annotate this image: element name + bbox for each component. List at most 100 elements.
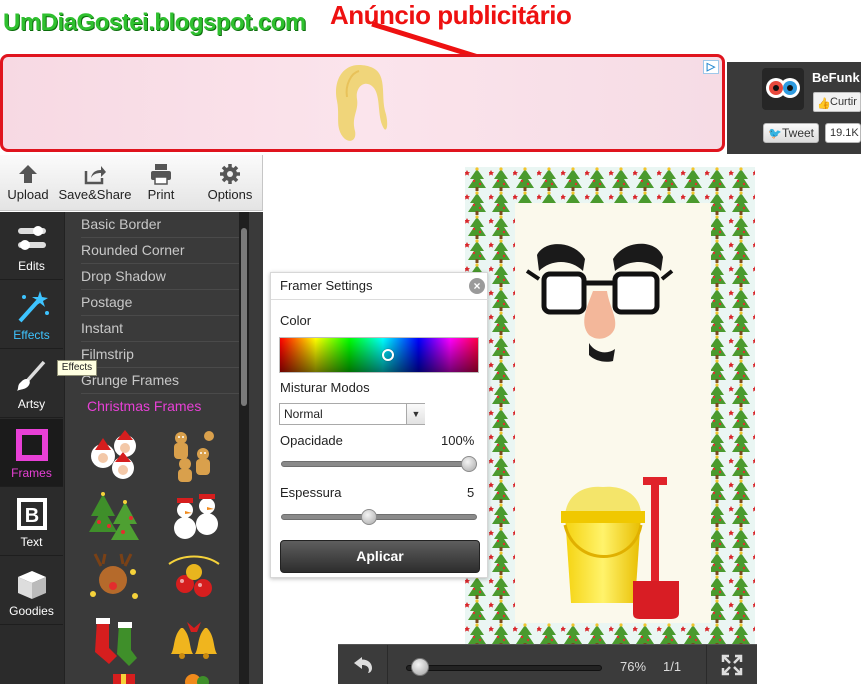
apply-button[interactable]: Aplicar [280,540,480,573]
tweet-count: 19.1K [825,123,861,143]
framer-settings-dialog: Framer Settings × Color Misturar Modos N… [270,272,489,578]
rail-label-goodies: Goodies [9,604,54,618]
site-title-annotation: UmDiaGostei.blogspot.com [3,9,306,36]
like-label: Curtir [830,96,857,108]
options-label: Options [207,187,253,202]
paintbrush-icon [16,360,45,391]
frame-thumb-snowmen[interactable] [163,488,225,546]
magic-wand-icon [18,291,49,323]
category-rail: Edits Effects Artsy Frames B Text Goodie… [0,212,64,684]
rail-item-goodies[interactable]: Goodies [0,557,63,625]
upload-arrow-icon [19,165,37,183]
zoom-bar: 76% 1/1 [338,644,757,684]
printer-icon [151,164,171,185]
zoom-slider-handle[interactable] [411,658,429,676]
upload-label: Upload [7,187,49,202]
upload-button[interactable]: Upload [2,155,54,211]
frame-thumb-gingerbread[interactable] [163,426,225,484]
thickness-label: Espessura [280,485,342,500]
rail-item-artsy[interactable]: Artsy [0,350,63,418]
print-label: Print [147,187,175,202]
opacity-label: Opacidade [280,433,343,448]
color-picker-handle[interactable] [382,349,394,361]
frame-thumb-stockings[interactable] [83,612,145,670]
rail-item-effects[interactable]: Effects [0,281,63,349]
close-icon[interactable]: × [469,278,485,294]
frame-thumb-trees[interactable] [83,488,145,546]
like-button[interactable]: 👍 Curtir [813,92,861,112]
expand-icon [721,654,743,676]
submenu-scroll-thumb[interactable] [241,228,247,406]
options-button[interactable]: Options [200,155,260,211]
color-label: Color [280,313,312,328]
zoom-slider[interactable] [406,665,602,671]
frame-thumb-santa[interactable] [83,426,145,484]
frame-option-basic-border[interactable]: Basic Border [81,212,241,238]
opacity-slider[interactable] [281,461,477,467]
blend-mode-value: Normal [284,407,323,421]
gift-box-icon [17,571,46,599]
frame-option-grunge-frames[interactable]: Grunge Frames [81,368,241,394]
hair-logo-icon [335,65,388,141]
rail-item-frames[interactable]: Frames [0,419,63,487]
save-share-label: Save&Share [58,187,132,202]
blend-mode-label: Misturar Modos [280,380,370,395]
opacity-slider-handle[interactable] [461,456,477,472]
canvas-photo[interactable] [465,167,755,650]
tweet-label: Tweet [782,126,815,140]
save-share-button[interactable]: Save&Share [56,155,134,211]
thickness-slider[interactable] [281,514,477,520]
befunky-logo-icon [762,68,804,110]
effects-tooltip: Effects [57,360,97,376]
zoom-level: 76% [620,659,647,674]
color-picker[interactable] [279,337,479,373]
opacity-value: 100% [441,433,475,448]
frame-option-instant[interactable]: Instant [81,316,241,342]
page-indicator: 1/1 [663,659,682,674]
social-bar: BeFunk 👍 Curtir 🐦 Tweet 19.1K [727,62,861,154]
adchoices-icon[interactable]: ▷ [703,60,719,74]
share-icon [84,166,106,185]
frames-submenu: Basic Border Rounded Corner Drop Shadow … [64,212,263,684]
dialog-divider [271,299,489,300]
frame-thumb-gift[interactable] [83,670,145,684]
rail-item-edits[interactable]: Edits [0,212,63,280]
text-b-icon: B [16,498,47,530]
rail-item-text[interactable]: B Text [0,488,63,556]
undo-button[interactable] [338,645,388,684]
blend-mode-select[interactable]: Normal ▼ [279,403,425,425]
ad-label-annotation: Anúncio publicitário [330,0,572,30]
main-toolbar: Upload Save&Share Print Options [0,155,263,211]
social-name: BeFunk [812,70,860,85]
fullscreen-button[interactable] [706,645,757,684]
svg-text:B: B [24,505,38,527]
frame-option-filmstrip[interactable]: Filmstrip [81,342,241,368]
gear-icon [220,164,240,184]
ad-banner[interactable]: ▷ [0,54,725,152]
rail-label-frames: Frames [11,466,52,480]
twitter-bird-icon: 🐦 [768,128,782,140]
frame-option-drop-shadow[interactable]: Drop Shadow [81,264,241,290]
thumbs-up-icon: 👍 [817,98,831,110]
frame-thumb-bells[interactable] [163,612,225,670]
frame-thumb-reindeer[interactable] [83,550,145,608]
frame-option-christmas-frames[interactable]: Christmas Frames [87,394,247,420]
print-button[interactable]: Print [138,155,184,211]
screen: UmDiaGostei.blogspot.com Anúncio publici… [0,0,861,684]
dialog-title: Framer Settings [280,278,373,293]
undo-icon [353,657,372,673]
rail-label-text: Text [20,535,43,549]
chevron-down-icon[interactable]: ▼ [406,404,425,424]
thickness-slider-handle[interactable] [361,509,377,525]
frame-option-rounded-corner[interactable]: Rounded Corner [81,238,241,264]
tweet-button[interactable]: 🐦 Tweet [763,123,819,143]
thickness-value: 5 [467,485,475,500]
rail-label-artsy: Artsy [17,397,46,411]
sliders-icon [17,226,46,250]
frame-icon [15,429,48,461]
frame-thumb-candy[interactable] [163,670,225,684]
frame-option-postage[interactable]: Postage [81,290,241,316]
frame-thumb-ornaments[interactable] [163,550,225,608]
rail-label-edits: Edits [18,259,45,273]
rail-label-effects: Effects [13,328,50,342]
